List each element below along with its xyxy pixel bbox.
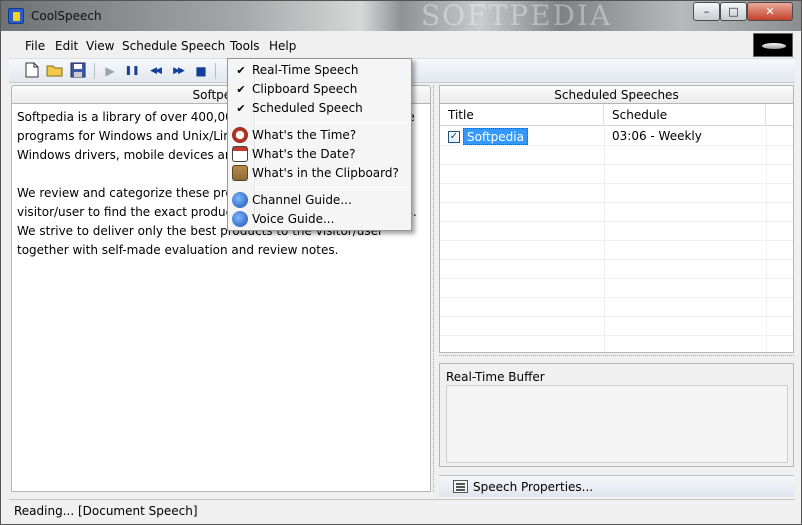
calendar-icon [232, 146, 248, 162]
empty-row [440, 298, 793, 317]
table-row[interactable]: ✓ Softpedia 03:06 - Weekly [440, 127, 793, 146]
tools-menu-dropdown: ✔ Real-Time Speech ✔ Clipboard Speech ✔ … [227, 58, 412, 231]
empty-row [440, 222, 793, 241]
check-icon: ✔ [236, 83, 246, 96]
open-folder-icon[interactable] [46, 62, 64, 80]
close-button[interactable]: ✕ [747, 2, 793, 21]
menu-item-channel-guide[interactable]: Channel Guide... [230, 191, 409, 210]
fast-forward-icon[interactable]: ▶▶ [169, 62, 187, 80]
new-document-icon[interactable] [23, 62, 41, 80]
rewind-icon[interactable]: ◀◀ [146, 62, 164, 80]
vertical-splitter[interactable] [433, 85, 437, 492]
minimize-button[interactable]: – [693, 2, 720, 21]
row-title[interactable]: Softpedia [463, 128, 528, 145]
toolbar-separator [94, 63, 95, 79]
check-icon: ✔ [236, 102, 246, 115]
check-icon: ✔ [236, 64, 246, 77]
menu-separator [256, 122, 408, 123]
coolspeech-window: CoolSpeech SOFTPEDIA – □ ✕ File Edit Vie… [0, 0, 802, 525]
menu-item-clipboard-speech[interactable]: ✔ Clipboard Speech [230, 80, 409, 99]
empty-row [440, 184, 793, 203]
menu-tools[interactable]: Tools [230, 39, 260, 53]
menu-item-label: Clipboard Speech [252, 82, 358, 96]
clock-icon [232, 127, 248, 143]
menu-bar: File Edit View Schedule Speech Tools Hel… [9, 33, 795, 59]
realtime-buffer-textarea[interactable] [446, 385, 788, 463]
list-header: Title Schedule [440, 104, 793, 126]
menu-speech[interactable]: Speech [181, 39, 225, 53]
menu-item-scheduled-speech[interactable]: ✔ Scheduled Speech [230, 99, 409, 118]
app-logo [753, 33, 793, 57]
horizontal-splitter[interactable] [439, 355, 794, 361]
window-title: CoolSpeech [31, 9, 102, 23]
status-text: Reading... [Document Speech] [14, 504, 198, 518]
menu-item-label: What's the Time? [252, 128, 357, 142]
properties-icon [453, 480, 468, 493]
menu-item-whats-the-time[interactable]: What's the Time? [230, 126, 409, 145]
clipboard-icon [232, 165, 248, 181]
speech-properties-label: Speech Properties... [473, 480, 594, 494]
toolbar-separator [215, 63, 216, 79]
menu-separator [256, 187, 408, 188]
column-header-title[interactable]: Title [440, 104, 604, 126]
menu-item-label: Scheduled Speech [252, 101, 363, 115]
stop-icon[interactable]: ■ [192, 62, 210, 80]
menu-item-label: Real-Time Speech [252, 63, 359, 77]
menu-item-voice-guide[interactable]: Voice Guide... [230, 210, 409, 229]
menu-item-label: What's in the Clipboard? [252, 166, 399, 180]
menu-item-label: Channel Guide... [252, 193, 352, 207]
menu-item-label: What's the Date? [252, 147, 356, 161]
menu-item-realtime-speech[interactable]: ✔ Real-Time Speech [230, 61, 409, 80]
scheduled-speeches-header[interactable]: Scheduled Speeches [439, 85, 794, 103]
empty-row [440, 317, 793, 336]
empty-row [440, 260, 793, 279]
menu-item-label: Voice Guide... [252, 212, 335, 226]
status-bar: Reading... [Document Speech] [9, 499, 795, 521]
menu-schedule[interactable]: Schedule [122, 39, 177, 53]
realtime-buffer-panel: Real-Time Buffer [439, 363, 794, 467]
scheduled-speeches-list[interactable]: Title Schedule ✓ Softpedia 03:06 - Weekl… [439, 103, 794, 353]
ie-globe-icon [232, 192, 248, 208]
row-checkbox[interactable]: ✓ [448, 131, 460, 143]
empty-row [440, 165, 793, 184]
menu-edit[interactable]: Edit [55, 39, 78, 53]
speech-properties-button[interactable]: Speech Properties... [453, 479, 593, 495]
empty-row [440, 203, 793, 222]
properties-bar: Speech Properties... [439, 475, 794, 497]
maximize-button[interactable]: □ [720, 2, 747, 21]
background-watermark: SOFTPEDIA [421, 0, 613, 32]
empty-row [440, 336, 793, 352]
empty-row [440, 279, 793, 298]
realtime-buffer-label: Real-Time Buffer [446, 370, 545, 384]
save-icon[interactable] [69, 62, 87, 80]
empty-row [440, 146, 793, 165]
row-schedule: 03:06 - Weekly [612, 129, 702, 143]
title-bar[interactable]: CoolSpeech SOFTPEDIA – □ ✕ [1, 1, 801, 31]
play-icon[interactable]: ▶ [101, 62, 119, 80]
menu-view[interactable]: View [86, 39, 114, 53]
empty-row [440, 241, 793, 260]
menu-help[interactable]: Help [269, 39, 296, 53]
menu-file[interactable]: File [25, 39, 45, 53]
menu-item-whats-in-clipboard[interactable]: What's in the Clipboard? [230, 164, 409, 183]
ie-globe-icon [232, 211, 248, 227]
menu-item-whats-the-date[interactable]: What's the Date? [230, 145, 409, 164]
column-header-schedule[interactable]: Schedule [604, 104, 766, 126]
pause-icon[interactable]: ❚❚ [123, 62, 141, 80]
app-icon[interactable] [8, 8, 24, 24]
